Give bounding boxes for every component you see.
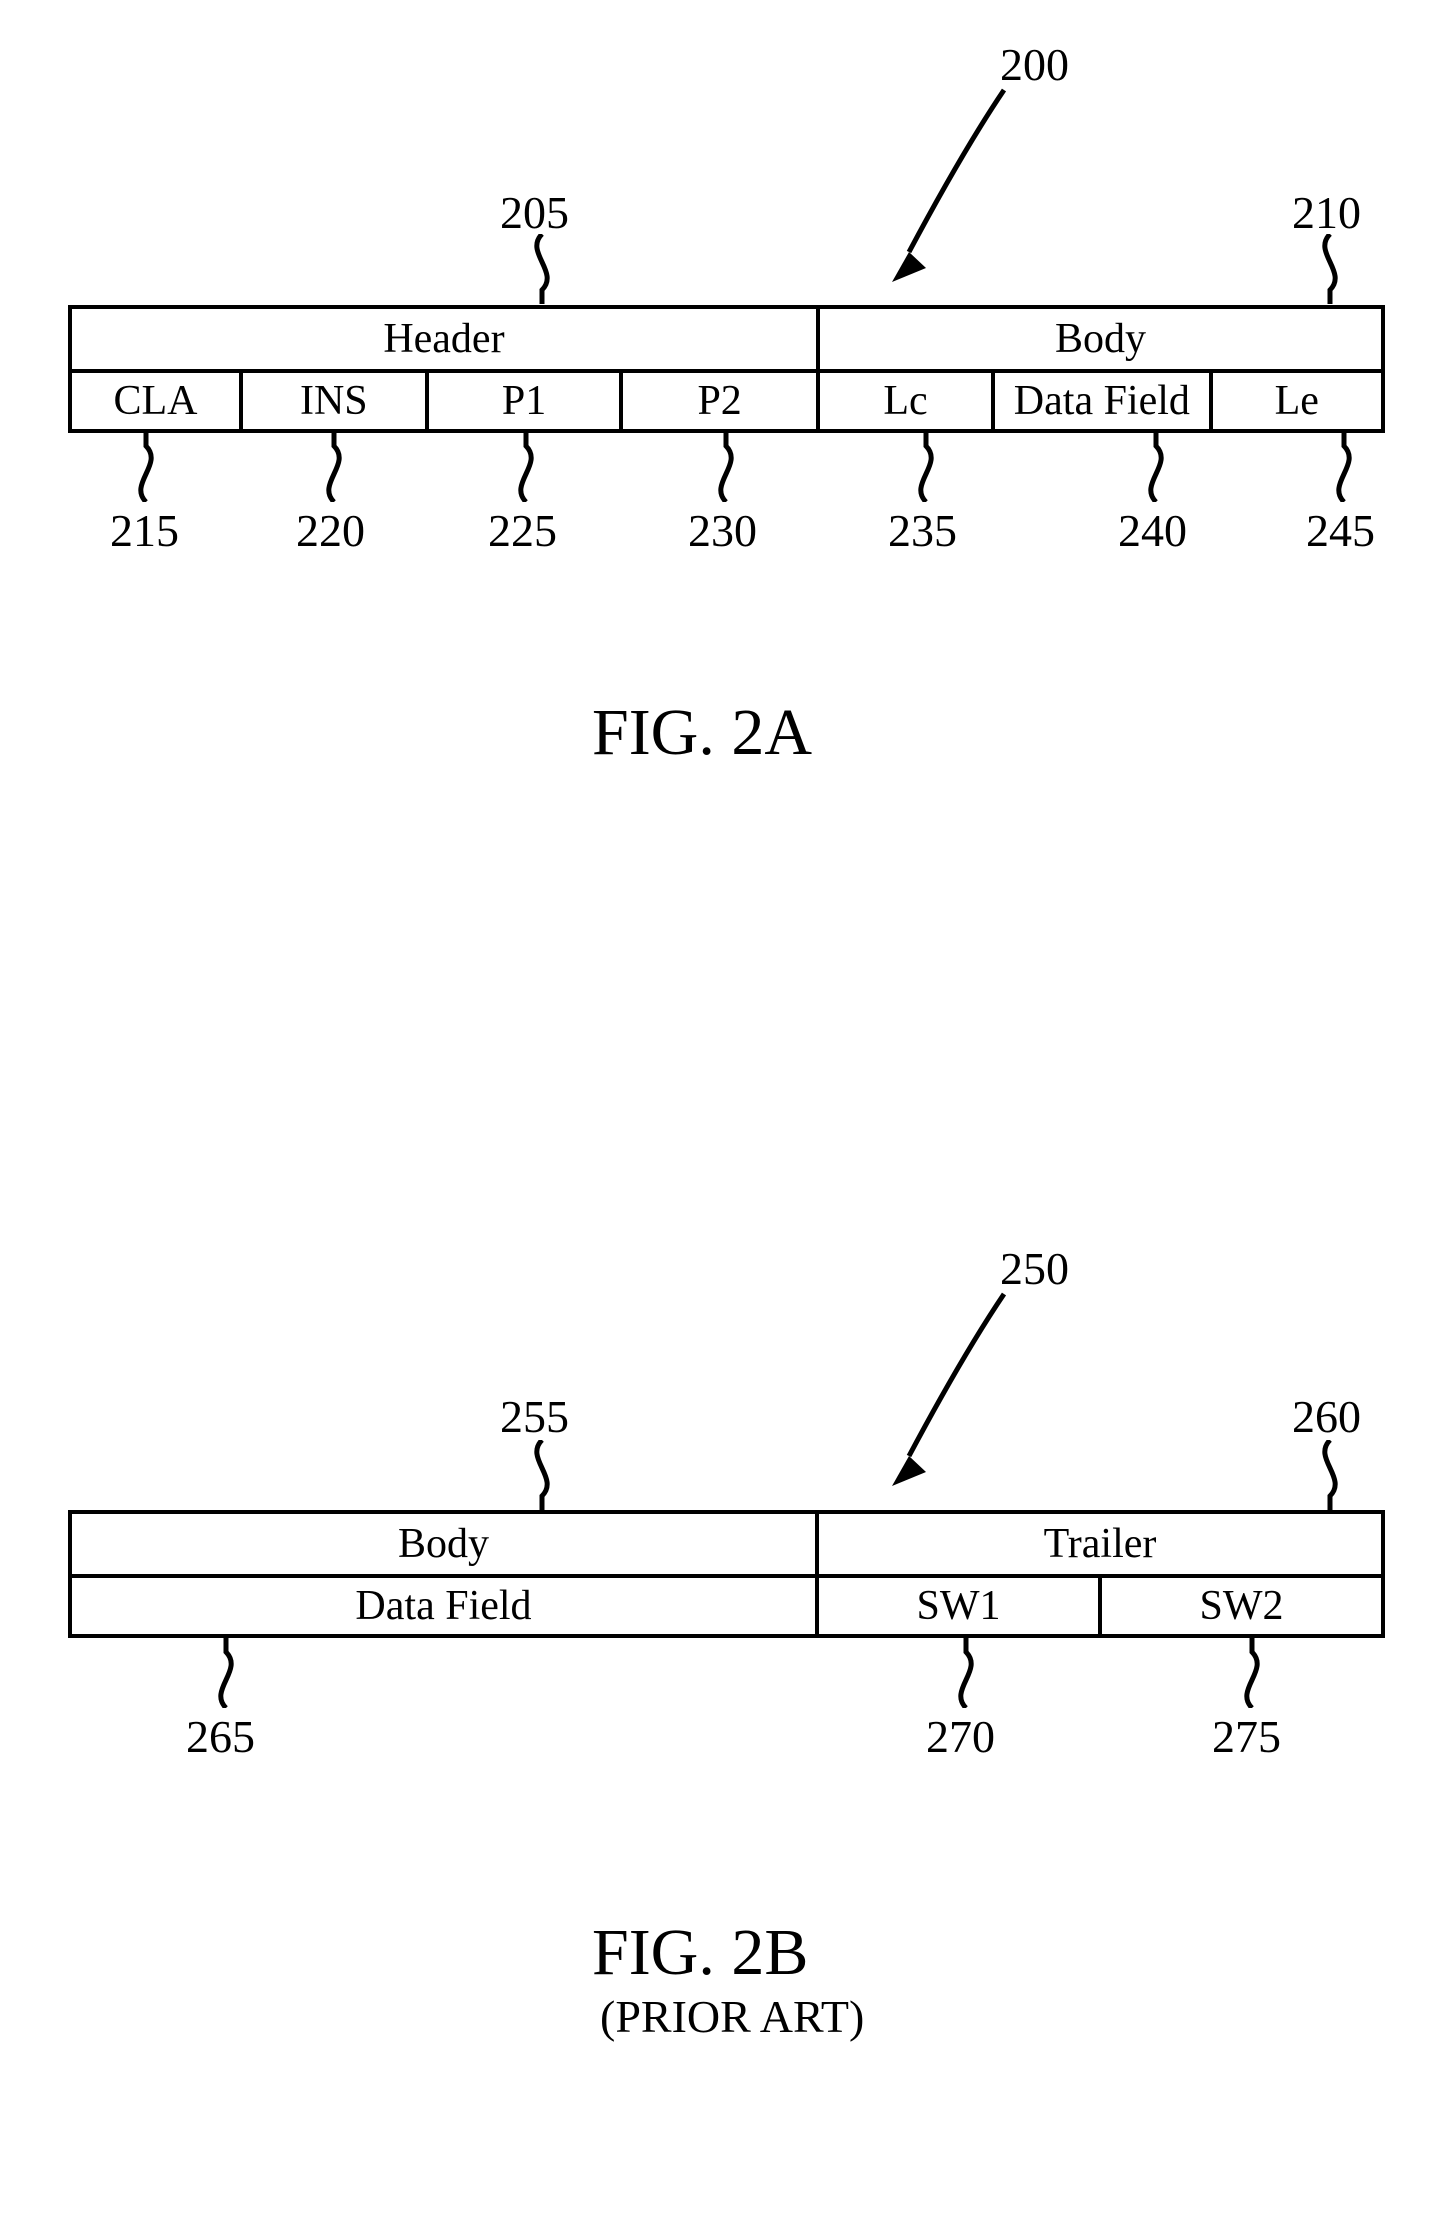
trailer-section-cell: Trailer (817, 1512, 1383, 1576)
leader-210-icon (1310, 234, 1350, 304)
ref-265: 265 (186, 1714, 255, 1760)
cell-data-field-b: Data Field (70, 1576, 817, 1636)
leader-230-icon (706, 432, 746, 502)
cell-le: Le (1211, 371, 1383, 431)
ref-220: 220 (296, 508, 365, 554)
ref-225: 225 (488, 508, 557, 554)
leader-260-icon (1310, 1440, 1350, 1510)
leader-270-icon (946, 1638, 986, 1708)
cell-ins: INS (241, 371, 427, 431)
leader-245-icon (1324, 432, 1364, 502)
arrow-200 (854, 82, 1014, 292)
leader-220-icon (314, 432, 354, 502)
leader-275-icon (1232, 1638, 1272, 1708)
fig-2b-subcaption: (PRIOR ART) (600, 1994, 864, 2040)
leader-240-icon (1136, 432, 1176, 502)
leader-265-icon (206, 1638, 246, 1708)
body-section-cell: Body (818, 307, 1383, 371)
apdu-command-table: Header Body CLA INS P1 P2 Lc Data Field … (68, 305, 1385, 433)
cell-data-field: Data Field (993, 371, 1210, 431)
fig-2b-caption: FIG. 2B (592, 1920, 808, 1986)
ref-260: 260 (1292, 1394, 1361, 1440)
leader-235-icon (906, 432, 946, 502)
arrow-250 (854, 1286, 1014, 1496)
ref-210: 210 (1292, 190, 1361, 236)
ref-255: 255 (500, 1394, 569, 1440)
body-section-cell-b: Body (70, 1512, 817, 1576)
header-section-cell: Header (70, 307, 818, 371)
ref-205: 205 (500, 190, 569, 236)
cell-lc: Lc (818, 371, 993, 431)
leader-205-icon (522, 234, 562, 304)
ref-245: 245 (1306, 508, 1375, 554)
ref-270: 270 (926, 1714, 995, 1760)
leader-225-icon (506, 432, 546, 502)
cell-sw1: SW1 (817, 1576, 1100, 1636)
cell-sw2: SW2 (1100, 1576, 1383, 1636)
ref-275: 275 (1212, 1714, 1281, 1760)
ref-215: 215 (110, 508, 179, 554)
leader-255-icon (522, 1440, 562, 1510)
ref-230: 230 (688, 508, 757, 554)
fig-2a-caption: FIG. 2A (592, 700, 812, 766)
cell-p2: P2 (621, 371, 818, 431)
cell-cla: CLA (70, 371, 241, 431)
leader-215-icon (126, 432, 166, 502)
ref-240: 240 (1118, 508, 1187, 554)
apdu-response-table: Body Trailer Data Field SW1 SW2 (68, 1510, 1385, 1638)
cell-p1: P1 (427, 371, 622, 431)
ref-235: 235 (888, 508, 957, 554)
